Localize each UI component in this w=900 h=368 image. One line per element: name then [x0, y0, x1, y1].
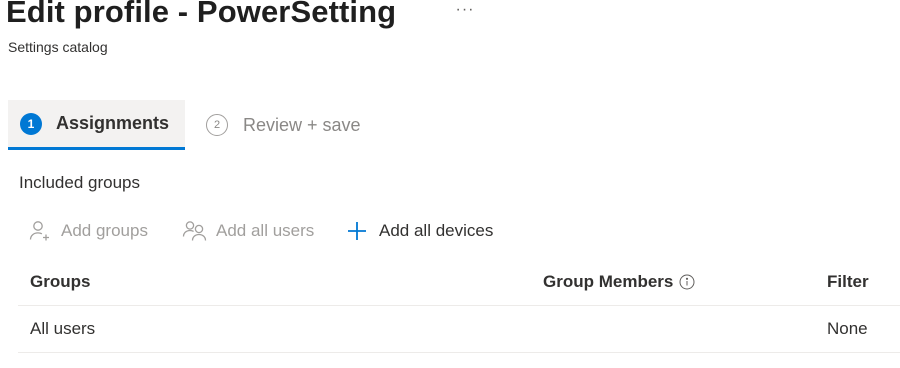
column-header-group-members: Group Members: [543, 258, 695, 305]
add-all-devices-label: Add all devices: [379, 221, 494, 240]
plus-icon: [344, 218, 370, 244]
person-add-icon: [27, 218, 53, 244]
step-number-badge: 1: [20, 112, 42, 135]
add-groups-label: Add groups: [61, 221, 148, 240]
table-header: Groups Group Members Filter: [18, 258, 900, 306]
wizard-step-review-save[interactable]: 2 Review + save: [206, 100, 396, 150]
table-row[interactable]: All users None: [18, 306, 900, 353]
add-all-users-label: Add all users: [216, 221, 315, 240]
column-header-filter: Filter: [827, 271, 869, 291]
included-groups-table: Groups Group Members Filter All users No…: [18, 258, 900, 353]
more-options-button[interactable]: ···: [454, 0, 476, 20]
add-groups-button[interactable]: Add groups: [27, 216, 148, 246]
add-all-users-button[interactable]: Add all users: [182, 216, 314, 246]
wizard-step-assignments[interactable]: 1 Assignments: [8, 100, 185, 150]
step-label: Review + save: [243, 114, 361, 135]
cell-group: All users: [30, 319, 96, 338]
people-icon: [182, 218, 208, 244]
step-label: Assignments: [56, 113, 170, 133]
page-subtitle: Settings catalog: [8, 39, 108, 55]
info-icon[interactable]: [679, 274, 695, 290]
column-header-group-members-label: Group Members: [543, 271, 674, 291]
cell-filter[interactable]: None: [827, 306, 868, 352]
column-header-groups: Groups: [30, 271, 91, 291]
step-number-badge: 2: [206, 114, 228, 136]
included-groups-label: Included groups: [19, 173, 140, 192]
add-all-devices-button[interactable]: Add all devices: [344, 216, 493, 246]
page-title: Edit profile - PowerSetting: [6, 0, 397, 29]
